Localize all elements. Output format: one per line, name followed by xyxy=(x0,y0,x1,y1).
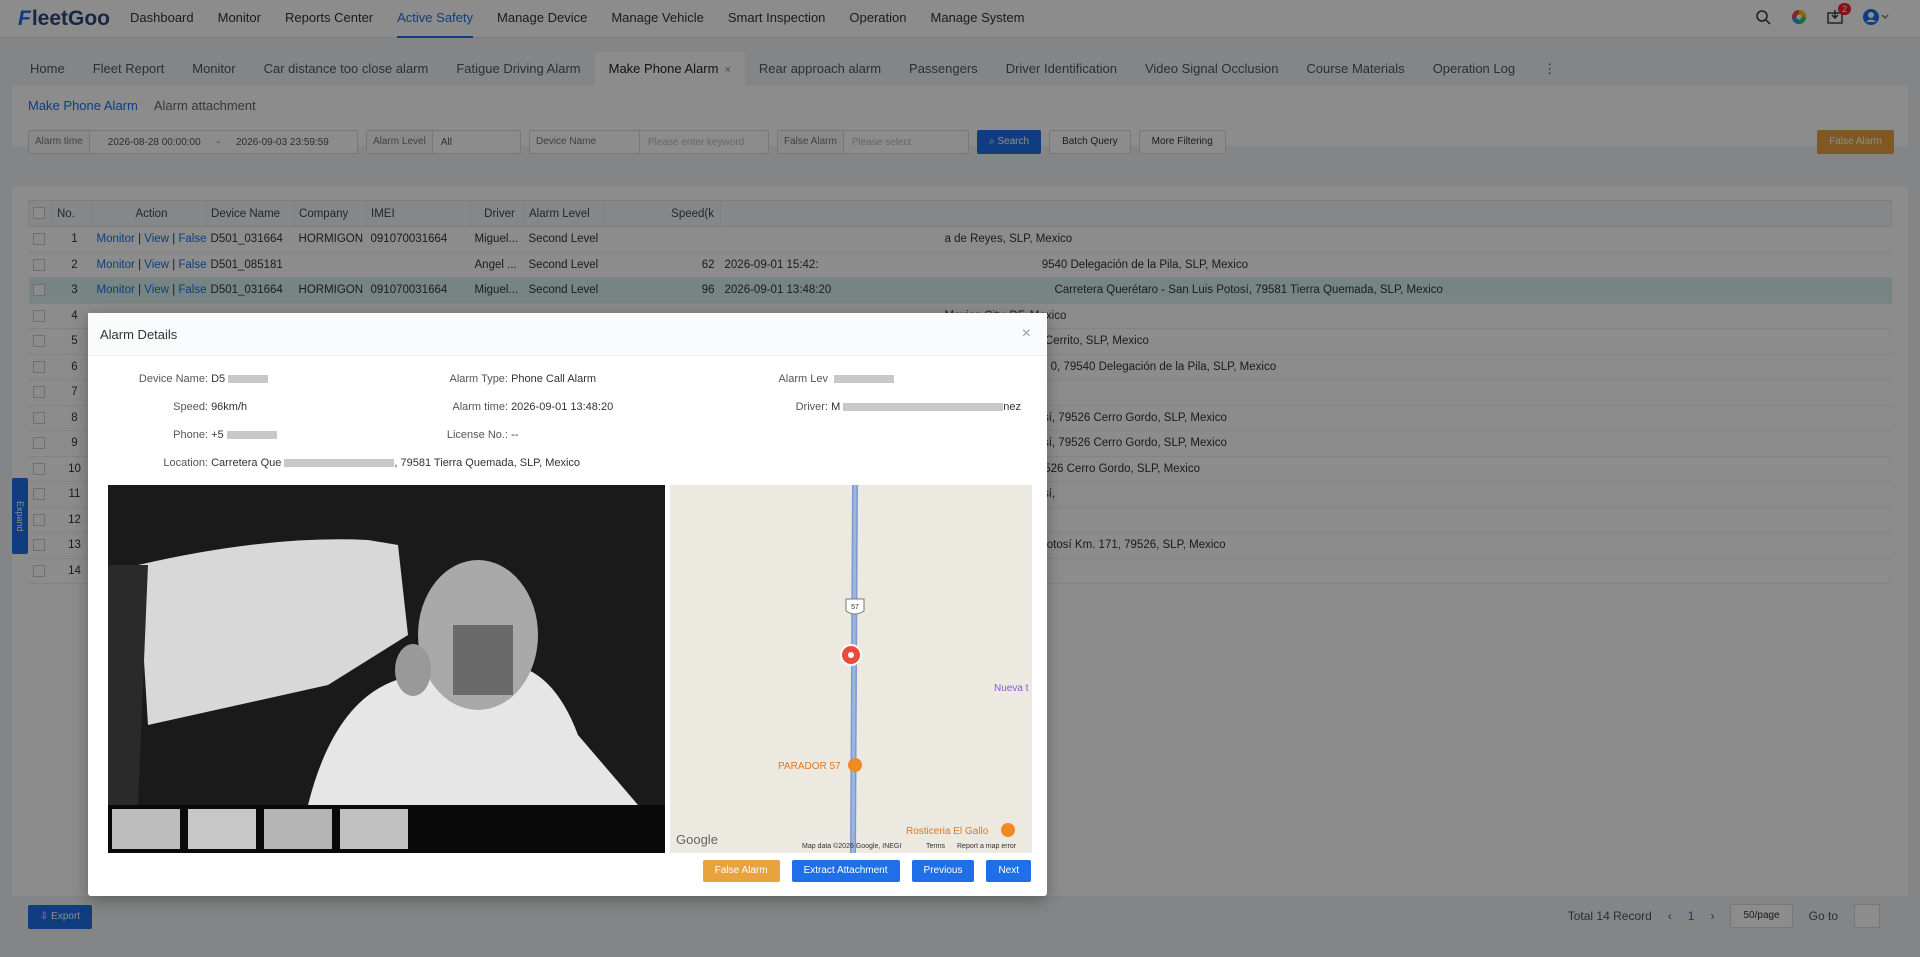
info-alarm-level: Alarm Lev xyxy=(728,373,895,385)
license-key: License No.: xyxy=(446,429,508,441)
video-thumbnail xyxy=(188,809,256,849)
redaction xyxy=(284,459,395,468)
driver-key: Driver: xyxy=(795,401,828,413)
redaction xyxy=(228,375,269,384)
previous-button[interactable]: Previous xyxy=(911,860,975,882)
location-value-start: Carretera Que xyxy=(211,457,282,469)
location-key: Location: xyxy=(163,457,208,469)
info-location: Location: Carretera Que , 79581 Tierra Qu… xyxy=(108,457,580,469)
modal-false-alarm-button[interactable]: False Alarm xyxy=(702,860,780,882)
restaurant-icon xyxy=(1001,823,1015,837)
alarm-location-map[interactable]: 57 Nueva t PARADOR 57 Rosticeria El Gall… xyxy=(670,485,1032,853)
alarm-details-modal: Alarm Details × Device Name: D5 Alarm Ty… xyxy=(88,313,1047,896)
info-driver: Driver: Mnez xyxy=(728,401,1021,413)
alarm-time-value: 2026-09-01 13:48:20 xyxy=(511,401,614,413)
close-icon[interactable]: × xyxy=(1022,325,1031,343)
license-value: -- xyxy=(511,429,519,441)
redaction xyxy=(834,375,895,384)
alarm-type-value: Phone Call Alarm xyxy=(511,373,597,385)
google-logo: Google xyxy=(676,832,718,847)
info-speed: Speed: 96km/h xyxy=(108,401,247,413)
info-alarm-type: Alarm Type: Phone Call Alarm xyxy=(408,373,597,385)
video-thumbnail xyxy=(264,809,332,849)
video-thumbnail xyxy=(340,809,408,849)
device-name-key: Device Name: xyxy=(138,373,208,385)
map-attribution: Map data ©2026 Google, INEGI xyxy=(802,842,901,850)
location-value-end: , 79581 Tierra Quemada, SLP, Mexico xyxy=(394,457,581,469)
map-report-link: Report a map error xyxy=(957,843,1017,850)
info-alarm-time: Alarm time: 2026-09-01 13:48:20 xyxy=(408,401,613,413)
blurred-face xyxy=(453,625,513,695)
alarm-type-key: Alarm Type: xyxy=(449,373,509,385)
next-button[interactable]: Next xyxy=(986,860,1031,882)
extract-attachment-button[interactable]: Extract Attachment xyxy=(791,860,900,882)
map-place-label: Nueva t xyxy=(994,683,1029,694)
map-place-label: PARADOR 57 xyxy=(778,761,841,772)
phone-value: +5 xyxy=(211,429,224,441)
info-device-name: Device Name: D5 xyxy=(108,373,269,385)
map-terms-link: Terms xyxy=(926,843,946,850)
alarm-video-player[interactable] xyxy=(108,485,665,853)
redaction xyxy=(843,403,1004,412)
hand-phone xyxy=(395,644,431,696)
map-place-label: Rosticeria El Gallo xyxy=(906,826,989,837)
phone-key: Phone: xyxy=(173,429,208,441)
route-shield-number: 57 xyxy=(851,604,859,611)
driver-value-start: M xyxy=(831,401,841,413)
driver-value-end: nez xyxy=(1003,401,1021,413)
modal-title: Alarm Details xyxy=(100,326,178,342)
info-phone: Phone: +5 xyxy=(108,429,277,441)
speed-value: 96km/h xyxy=(211,401,248,413)
device-name-value: D5 xyxy=(211,373,226,385)
redaction xyxy=(226,431,277,440)
speed-key: Speed: xyxy=(173,401,208,413)
video-thumbnail xyxy=(112,809,180,849)
alarm-level-key: Alarm Lev xyxy=(778,373,828,385)
alarm-time-key: Alarm time: xyxy=(452,401,508,413)
info-license: License No.: -- xyxy=(408,429,519,441)
restaurant-icon xyxy=(848,758,862,772)
